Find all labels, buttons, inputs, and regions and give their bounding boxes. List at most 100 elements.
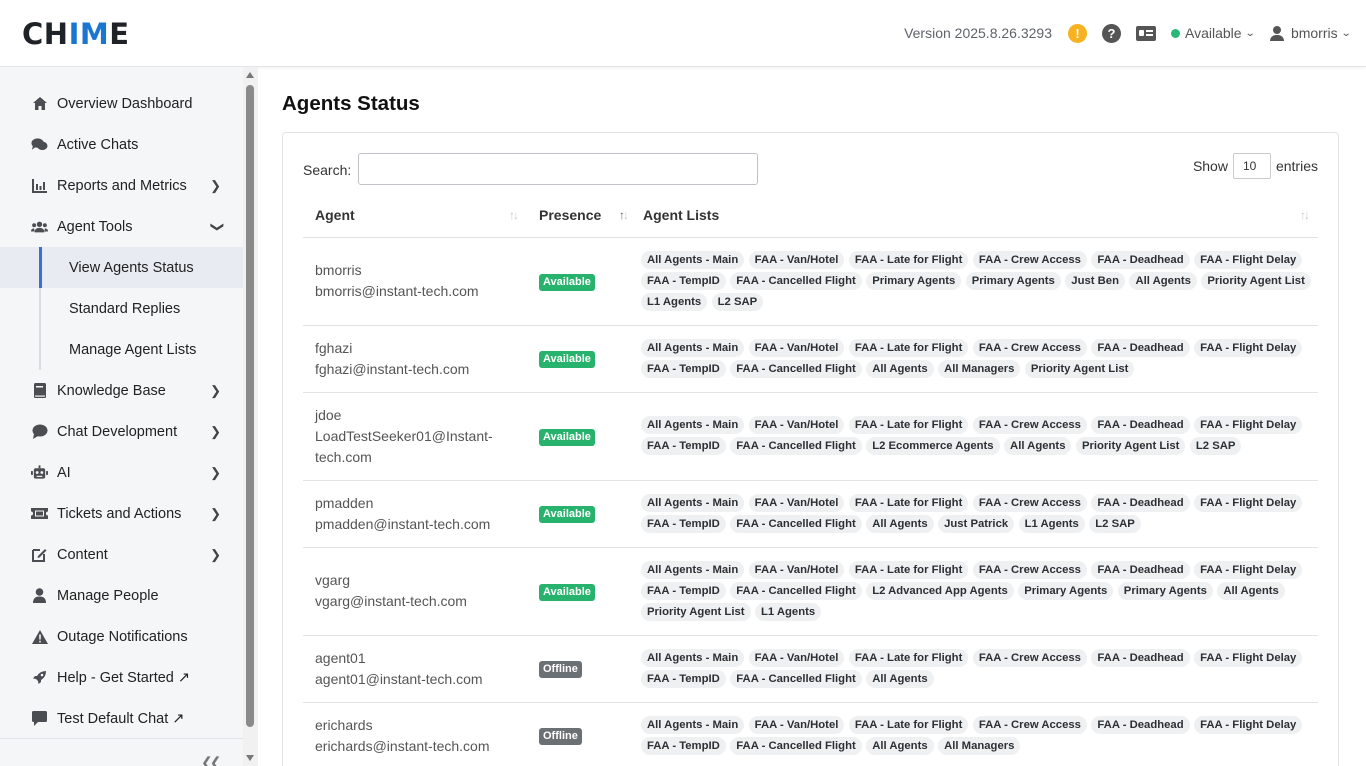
user-icon (1269, 25, 1284, 41)
agent-list-tag: L1 Agents (1018, 514, 1085, 533)
column-header-agent[interactable]: Agent ↑↓ (303, 193, 527, 238)
agent-list-tag: FAA - Crew Access (972, 493, 1087, 512)
agent-list-tag: FAA - Late for Flight (848, 493, 969, 512)
page-title: Agents Status (282, 92, 420, 115)
agent-list-tag: Primary Agents (1018, 581, 1114, 600)
sidebar-item-tickets-and-actions[interactable]: Tickets and Actions ❯ (0, 493, 243, 534)
agent-list-tag: All Agents - Main (641, 493, 745, 512)
help-icon[interactable]: ? (1101, 23, 1121, 43)
sort-icon[interactable]: ↑↓ (1300, 208, 1310, 222)
sidebar-item-active-chats[interactable]: Active Chats (0, 124, 243, 165)
agent-list-tag: FAA - Late for Flight (848, 715, 969, 734)
sidebar-item-agent-tools[interactable]: Agent Tools ❯ (0, 206, 243, 247)
agent-name: agent01 (315, 649, 366, 666)
collapse-sidebar-icon[interactable]: ❮❮ (201, 754, 222, 766)
sidebar-subitem-label: Manage Agent Lists (69, 341, 197, 358)
sidebar-item-ai[interactable]: AI ❯ (0, 452, 243, 493)
agent-list-tag: All Agents (866, 359, 934, 378)
sidebar-item-label: Help - Get Started ↗ (57, 669, 191, 686)
status-badge: Available (539, 506, 595, 523)
sidebar-item-outage-notifications[interactable]: Outage Notifications (0, 616, 243, 657)
header-right-group: Version 2025.8.26.3293 ! ? Available ⌄ b… (904, 21, 1351, 45)
sidebar-item-label: Overview Dashboard (57, 95, 193, 112)
presence-cell: Offline (527, 702, 631, 766)
search-input[interactable] (358, 153, 758, 185)
agent-list-tag: L2 SAP (1189, 437, 1242, 455)
sidebar-subitem-standard-replies[interactable]: Standard Replies (0, 288, 243, 329)
agents-table: Agent ↑↓ Presence ↑↓ Agent Lists ↑↓ bmor… (303, 193, 1318, 766)
agent-list-tag: Priority Agent List (641, 602, 751, 621)
sidebar-item-knowledge-base[interactable]: Knowledge Base ❯ (0, 370, 243, 411)
agent-list-tag: FAA - TempID (641, 669, 726, 688)
users-icon (31, 218, 48, 235)
sidebar-item-overview-dashboard[interactable]: Overview Dashboard (0, 83, 243, 124)
presence-cell: Available (527, 480, 631, 548)
scroll-down-arrow[interactable] (246, 755, 254, 761)
agent-list-tag: FAA - Late for Flight (848, 560, 969, 579)
entries-label: entries (1275, 158, 1318, 174)
table-row: agent01 agent01@instant-tech.com Offline Al… (303, 635, 1318, 703)
agent-list-tag: FAA - Flight Delay (1194, 715, 1303, 734)
scroll-up-arrow[interactable] (246, 72, 254, 78)
chevron-right-icon: ❯ (210, 383, 221, 398)
ticket-icon (31, 505, 48, 522)
agent-list-tag: FAA - Late for Flight (848, 250, 969, 269)
presence-cell: Offline (527, 635, 631, 703)
status-badge: Offline (539, 728, 582, 745)
presence-cell: Available (527, 392, 631, 481)
chevron-down-icon[interactable]: ⌄ (1340, 28, 1351, 39)
agent-list-tag: FAA - Crew Access (972, 648, 1087, 667)
sidebar-item-label: Chat Development (57, 423, 178, 440)
presence-cell: Available (527, 325, 631, 393)
agent-list-tag: FAA - Deadhead (1091, 493, 1190, 512)
agent-list-tag: FAA - Late for Flight (848, 648, 969, 667)
sort-ascending-icon[interactable]: ↑↓ (619, 208, 629, 222)
sidebar-item-test-default-chat[interactable]: Test Default Chat ↗ (0, 698, 243, 739)
agent-lists-cell: All Agents - Main FAA - Van/Hotel FAA - … (631, 480, 1318, 548)
agent-list-tag: FAA - Flight Delay (1194, 416, 1303, 434)
chart-icon (31, 177, 48, 194)
sidebar-item-manage-people[interactable]: Manage People (0, 575, 243, 616)
sidebar-item-chat-development[interactable]: Chat Development ❯ (0, 411, 243, 452)
chevron-down-icon[interactable]: ⌄ (1244, 28, 1255, 39)
sidebar-item-label: Test Default Chat ↗ (57, 710, 185, 727)
sidebar-divider (0, 738, 243, 739)
agent-list-tag: All Agents - Main (641, 560, 745, 579)
column-header-agent-lists[interactable]: Agent Lists ↑↓ (631, 193, 1318, 238)
chevron-right-icon: ❯ (210, 506, 221, 521)
agent-cell: vgarg vgarg@instant-tech.com (303, 547, 527, 636)
presence-dropdown[interactable]: Available (1185, 25, 1242, 41)
sidebar-subitem-view-agents-status[interactable]: View Agents Status (0, 247, 243, 288)
sort-icon[interactable]: ↑↓ (509, 208, 519, 222)
agent-list-tag: FAA - Deadhead (1091, 560, 1190, 579)
agent-email: pmadden@instant-tech.com (315, 515, 491, 532)
home-icon (31, 95, 48, 112)
agent-email: bmorris@instant-tech.com (315, 283, 479, 299)
user-menu[interactable]: bmorris (1291, 25, 1338, 41)
sidebar-scrollbar[interactable] (243, 67, 258, 766)
sidebar-item-reports-and-metrics[interactable]: Reports and Metrics ❯ (0, 165, 243, 206)
sidebar-item-content[interactable]: Content ❯ (0, 534, 243, 575)
agent-list-tag: FAA - Flight Delay (1194, 338, 1303, 357)
sidebar-subitem-manage-agent-lists[interactable]: Manage Agent Lists (0, 329, 243, 370)
chime-logo[interactable]: CHIME (22, 17, 130, 51)
agent-lists-cell: All Agents - Main FAA - Van/Hotel FAA - … (631, 702, 1318, 766)
entries-select[interactable]: 10 (1232, 153, 1271, 179)
agent-list-tag: All Agents - Main (641, 715, 745, 734)
agent-list-tag: All Managers (938, 736, 1021, 755)
notification-warning-icon[interactable]: ! (1067, 23, 1087, 43)
version-label: Version 2025.8.26.3293 (904, 25, 1052, 41)
agent-list-tag: All Managers (938, 359, 1021, 378)
sidebar-item-help-get-started[interactable]: Help - Get Started ↗ (0, 657, 243, 698)
agent-list-tag: FAA - Crew Access (972, 338, 1087, 357)
contact-card-icon[interactable] (1135, 25, 1156, 41)
scroll-thumb[interactable] (246, 85, 254, 727)
column-header-presence[interactable]: Presence ↑↓ (527, 193, 631, 238)
agent-list-tag: FAA - Cancelled Flight (730, 669, 862, 688)
agent-list-tag: All Agents (866, 669, 934, 688)
rocket-icon (31, 669, 48, 686)
table-body: bmorris bmorris@instant-tech.com Available… (303, 237, 1318, 766)
agent-cell: bmorris bmorris@instant-tech.com (303, 237, 527, 326)
agent-list-tag: FAA - Van/Hotel (748, 493, 845, 512)
agent-list-tag: FAA - TempID (641, 437, 726, 455)
